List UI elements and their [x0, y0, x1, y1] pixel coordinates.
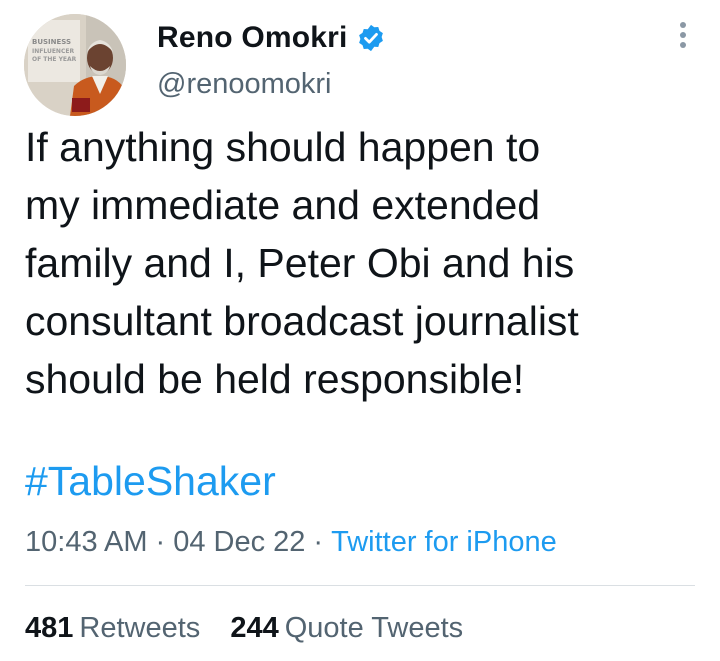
author-display-name[interactable]: Reno Omokri [157, 21, 348, 55]
tweet-text: If anything should happen to my immediat… [25, 124, 579, 402]
avatar-award-text-1: BUSINESS [32, 38, 71, 46]
tweet-meta: 10:43 AM · 04 Dec 22 · Twitter for iPhone [25, 526, 557, 559]
more-options-icon[interactable] [676, 22, 690, 56]
verified-badge-icon [356, 23, 386, 53]
retweets-stat[interactable]: 481 Retweets [25, 612, 200, 644]
avatar-award-text-2: INFLUENCER [32, 48, 74, 55]
author-info: Reno Omokri @renoomokri [157, 18, 386, 101]
meta-separator: · [313, 526, 324, 558]
hashtag-link[interactable]: #TableShaker [25, 458, 276, 505]
author-handle[interactable]: @renoomokri [157, 68, 386, 101]
avatar-award-text-3: OF THE YEAR [32, 56, 77, 63]
meta-separator: · [155, 526, 166, 558]
avatar[interactable]: BUSINESS INFLUENCER OF THE YEAR [24, 14, 126, 116]
quote-tweets-label: Quote Tweets [284, 612, 464, 644]
tweet-source-link[interactable]: Twitter for iPhone [331, 526, 557, 558]
tweet-card: BUSINESS INFLUENCER OF THE YEAR Reno Omo… [0, 0, 720, 661]
retweets-label: Retweets [79, 612, 201, 644]
retweets-count: 481 [25, 612, 74, 644]
quote-tweets-count: 244 [230, 612, 279, 644]
avatar-image: BUSINESS INFLUENCER OF THE YEAR [24, 14, 126, 116]
author-name-row: Reno Omokri [157, 18, 386, 58]
tweet-time[interactable]: 10:43 AM [25, 526, 148, 558]
tweet-date[interactable]: 04 Dec 22 [173, 526, 305, 558]
divider [25, 585, 695, 586]
tweet-stats: 481 Retweets 244 Quote Tweets [25, 612, 485, 645]
quote-tweets-stat[interactable]: 244 Quote Tweets [230, 612, 463, 644]
